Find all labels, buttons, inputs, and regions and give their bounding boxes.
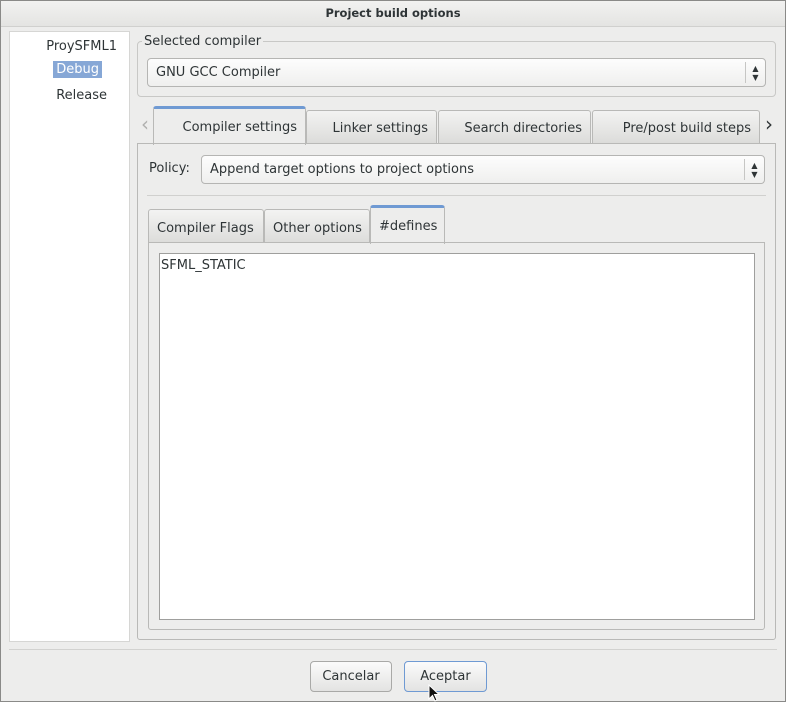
tab-defines[interactable]: #defines [370,205,445,244]
policy-select[interactable]: Append target options to project options… [201,155,765,184]
ok-button-label: Aceptar [420,669,471,684]
tree-item-project[interactable]: ProySFML1 [43,38,120,55]
target-tree[interactable]: ProySFML1 Debug Release [9,31,130,642]
tab-label: Search directories [464,121,582,136]
tab-compiler-settings[interactable]: Compiler settings [153,106,306,145]
tab-scroll-left-icon[interactable]: ‹ [141,114,149,134]
cancel-button[interactable]: Cancelar [310,661,392,692]
ok-button[interactable]: Aceptar [404,661,487,692]
selected-compiler-label: Selected compiler [142,34,264,49]
policy-select-value: Append target options to project options [210,162,475,177]
tab-label: Compiler Flags [157,221,254,236]
tab-label: Other options [273,221,362,236]
mouse-cursor-icon [428,684,441,702]
tab-search-directories[interactable]: Search directories [438,110,591,143]
combo-arrows-icon: ▲ ▼ [745,62,765,83]
tree-item-release[interactable]: Release [53,87,110,104]
button-separator [9,649,777,650]
title-bar[interactable]: Project build options [1,1,785,27]
tab-pre-post-build-steps[interactable]: Pre/post build steps [592,110,760,143]
compiler-select[interactable]: GNU GCC Compiler ▲ ▼ [147,58,766,87]
window-title: Project build options [325,6,461,20]
policy-label: Policy: [149,161,190,176]
tree-item-debug[interactable]: Debug [53,61,102,78]
tab-label: Linker settings [332,121,428,136]
tab-linker-settings[interactable]: Linker settings [306,110,437,143]
defines-text: SFML_STATIC [161,258,246,273]
tab-label: Compiler settings [182,120,298,135]
tab-scroll-right-icon[interactable]: › [765,114,773,134]
tab-label: Pre/post build steps [622,121,751,136]
compiler-select-value: GNU GCC Compiler [156,65,281,80]
tab-label: #defines [379,219,438,234]
separator [147,195,766,196]
defines-textarea[interactable]: SFML_STATIC [159,253,755,620]
tab-other-options[interactable]: Other options [264,209,370,243]
combo-arrows-icon: ▲ ▼ [744,159,764,180]
tab-compiler-flags[interactable]: Compiler Flags [148,209,264,243]
cancel-button-label: Cancelar [322,669,380,684]
